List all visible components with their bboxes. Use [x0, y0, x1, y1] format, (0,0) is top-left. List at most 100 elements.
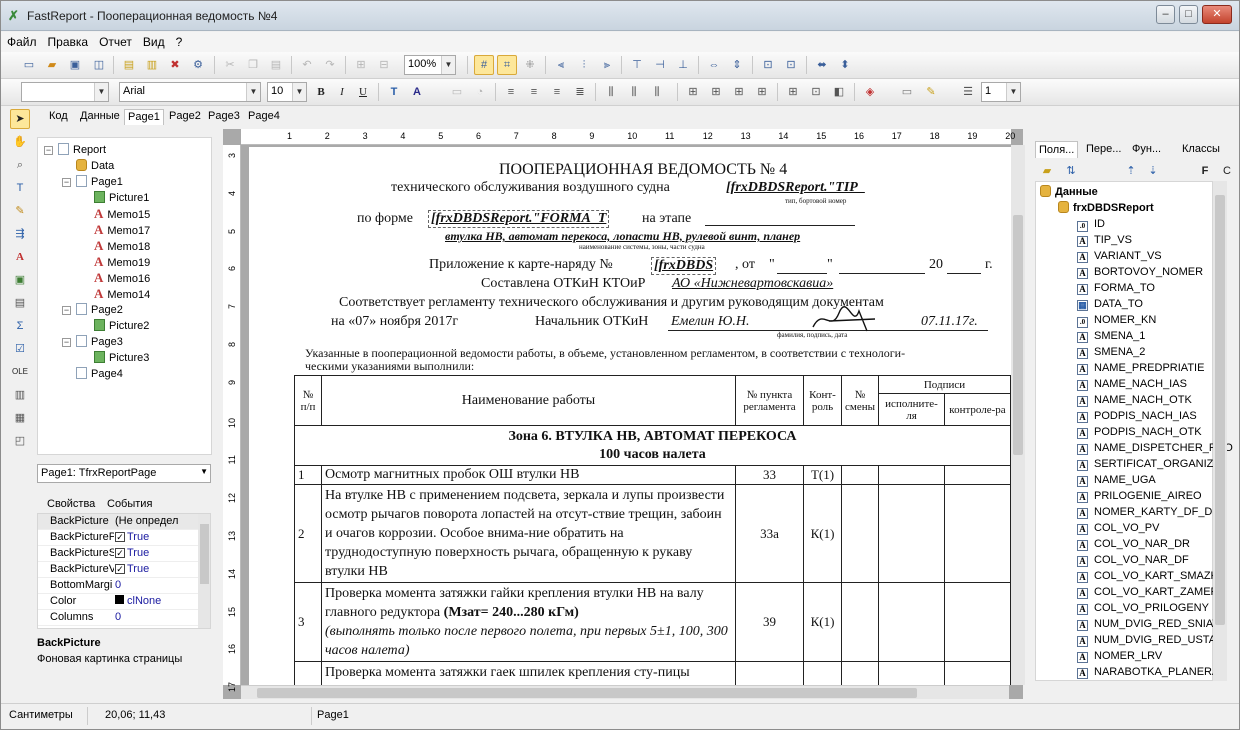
tree-node[interactable]: Data: [76, 158, 114, 174]
scroll-thumb[interactable]: [1013, 215, 1023, 455]
field-item[interactable]: A NUM_DVIG_RED_SNIATI: [1077, 616, 1222, 632]
line-width-combo[interactable]: 1 ▼: [981, 82, 1021, 102]
save-icon[interactable]: ▣: [65, 55, 85, 75]
highlight-icon[interactable]: ▭: [447, 82, 467, 102]
tree-node[interactable]: Picture1: [94, 190, 149, 206]
tree-node[interactable]: Page4: [76, 366, 123, 382]
memo-tip[interactable]: [frxDBDSReport."TIP_: [726, 180, 865, 196]
field-item[interactable]: .0 NOMER_KN: [1077, 312, 1156, 328]
tab-page4[interactable]: Page4: [245, 109, 283, 125]
tab-functions[interactable]: Фун...: [1129, 141, 1164, 158]
datasource-icon[interactable]: ▰: [1037, 161, 1057, 181]
field-item[interactable]: A COL_VO_PRILOGENY: [1077, 600, 1209, 616]
frame-top-icon[interactable]: ⊞: [683, 82, 703, 102]
property-row[interactable]: BackPicture (Не определ: [38, 514, 198, 530]
frame-none-icon[interactable]: ⊡: [806, 82, 826, 102]
close-button[interactable]: ✕: [1202, 5, 1232, 24]
tab-page2[interactable]: Page2: [166, 109, 204, 125]
center-h-icon[interactable]: ⊡: [758, 55, 778, 75]
table-tool-icon[interactable]: ▦: [10, 408, 30, 428]
paste-icon[interactable]: ▤: [266, 55, 286, 75]
field-item[interactable]: A NAME_NACH_OTK: [1077, 392, 1192, 408]
cut-icon[interactable]: ✂: [220, 55, 240, 75]
tree-node[interactable]: A Memo14: [94, 286, 150, 302]
font-name-combo[interactable]: Arial ▼: [119, 82, 261, 102]
select-tool-icon[interactable]: ➤: [10, 109, 30, 129]
minimize-button[interactable]: –: [1156, 5, 1175, 24]
tree-node[interactable]: Picture2: [94, 318, 149, 334]
insert-field-icon[interactable]: F: [1195, 161, 1215, 181]
property-value[interactable]: (Не определ: [115, 514, 197, 529]
field-item[interactable]: A NAME_PREDPRIATIE: [1077, 360, 1204, 376]
checkbox-icon[interactable]: ✓: [115, 564, 125, 574]
sort-icon[interactable]: ⇅: [1061, 161, 1081, 181]
tree-node[interactable]: A Memo15: [94, 206, 150, 222]
open-icon[interactable]: ▰: [42, 55, 62, 75]
preview-icon[interactable]: ◫: [89, 55, 109, 75]
scroll-thumb[interactable]: [257, 688, 917, 698]
checkbox-icon[interactable]: ✓: [115, 532, 125, 542]
collapse-icon[interactable]: −: [44, 146, 53, 155]
property-value[interactable]: ✓ True: [115, 562, 197, 577]
property-row[interactable]: BackPictureVi ✓ True: [38, 562, 198, 578]
object-selector[interactable]: Page1: TfrxReportPage ▼: [37, 464, 211, 483]
sort-desc-icon[interactable]: ⇣: [1143, 161, 1163, 181]
italic-button[interactable]: I: [332, 82, 352, 102]
align-to-grid-icon[interactable]: ⌗: [497, 55, 517, 75]
tab-page3[interactable]: Page3: [205, 109, 243, 125]
new-dialog-icon[interactable]: ▥: [142, 55, 162, 75]
field-item[interactable]: A NAME_DISPETCHER_PDO: [1077, 440, 1233, 456]
tree-node[interactable]: Page1: [76, 174, 123, 190]
data-root[interactable]: Данные: [1040, 184, 1098, 200]
property-value[interactable]: clNone: [115, 594, 197, 609]
menu-edit[interactable]: Правка: [42, 32, 94, 49]
field-item[interactable]: .0 ID: [1077, 216, 1105, 232]
align-left-icon[interactable]: ⫷: [551, 55, 571, 75]
checkbox-tool-icon[interactable]: ☑: [10, 339, 30, 359]
menu-report[interactable]: Отчет: [93, 32, 137, 49]
sort-asc-icon[interactable]: ⇡: [1121, 161, 1141, 181]
tree-node[interactable]: Picture3: [94, 350, 149, 366]
align-bottom-icon[interactable]: ⊥: [673, 55, 693, 75]
valign-bottom-icon[interactable]: ⫼: [647, 82, 667, 102]
field-item[interactable]: A COL_VO_NAR_DR: [1077, 536, 1190, 552]
rotation-icon[interactable]: ◔: [470, 82, 490, 102]
field-item[interactable]: A PODPIS_NACH_OTK: [1077, 424, 1202, 440]
format-painter-icon[interactable]: ✎: [10, 201, 30, 221]
maximize-button[interactable]: □: [1179, 5, 1198, 24]
frame-style-icon[interactable]: ☰: [958, 82, 978, 102]
picture-tool-icon[interactable]: ▣: [10, 270, 30, 290]
tree-node[interactable]: Page2: [76, 302, 123, 318]
align-right-icon[interactable]: ⫸: [597, 55, 617, 75]
fit-grid-icon[interactable]: ⁜: [520, 55, 540, 75]
menu-file[interactable]: Файл: [1, 32, 42, 49]
field-item[interactable]: A SMENA_1: [1077, 328, 1145, 344]
tree-node[interactable]: A Memo16: [94, 270, 150, 286]
tree-node[interactable]: Page3: [76, 334, 123, 350]
tree-node[interactable]: A Memo17: [94, 222, 150, 238]
font-icon[interactable]: T: [384, 82, 404, 102]
field-item[interactable]: A SERTIFICAT_ORGANIZA: [1077, 456, 1221, 472]
same-height-icon[interactable]: ⬍: [835, 55, 855, 75]
property-row[interactable]: Color clNone: [38, 594, 198, 610]
ungroup-icon[interactable]: ⊟: [374, 55, 394, 75]
fill-editor-icon[interactable]: ▭: [897, 82, 917, 102]
valign-middle-icon[interactable]: ⫼: [624, 82, 644, 102]
field-item[interactable]: A NUM_DVIG_RED_USTAN: [1077, 632, 1224, 648]
field-item[interactable]: A NAME_UGA: [1077, 472, 1156, 488]
space-v-icon[interactable]: ⇕: [727, 55, 747, 75]
field-item[interactable]: A VARIANT_VS: [1077, 248, 1162, 264]
property-row[interactable]: BackPictureS ✓ True: [38, 546, 198, 562]
text-align-right-icon[interactable]: ≡: [547, 82, 567, 102]
scroll-thumb[interactable]: [1215, 195, 1225, 625]
shadow-icon[interactable]: ◧: [829, 82, 849, 102]
undo-icon[interactable]: ↶: [297, 55, 317, 75]
tab-classes[interactable]: Классы: [1179, 141, 1223, 158]
menu-view[interactable]: Вид: [137, 32, 170, 49]
field-item[interactable]: A COL_VO_NAR_DF: [1077, 552, 1189, 568]
tree-node[interactable]: A Memo18: [94, 238, 150, 254]
report-page[interactable]: ПООПЕРАЦИОННАЯ ВЕДОМОСТЬ № 4 техническог…: [249, 147, 1011, 685]
canvas-horizontal-scrollbar[interactable]: [241, 685, 1009, 699]
fill-color-icon[interactable]: ◈: [860, 82, 880, 102]
frame-right-icon[interactable]: ⊞: [752, 82, 772, 102]
